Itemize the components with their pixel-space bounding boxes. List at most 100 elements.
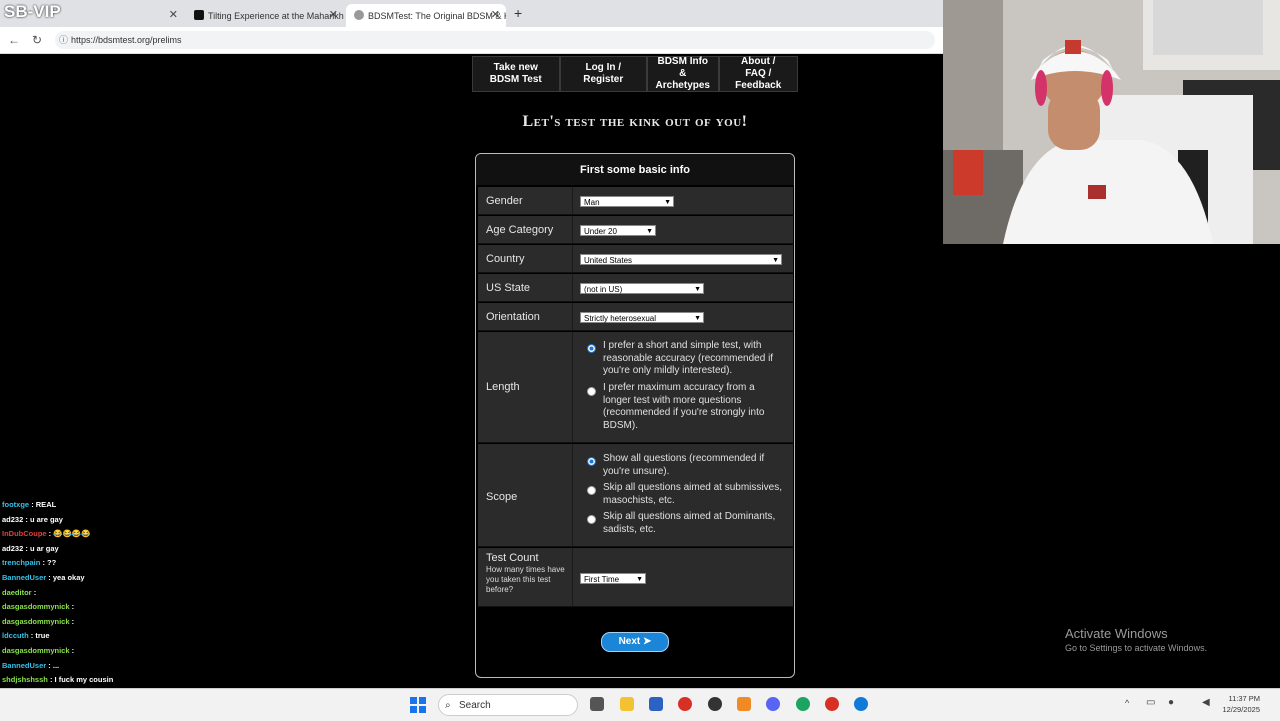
page-title: Let's test the kink out of you! <box>522 113 748 130</box>
tab-label: BDSMTest: The Original BDSM & K <box>368 10 506 21</box>
chat-text: : <box>71 646 75 655</box>
site-nav: Take new BDSM Test Log In / Register BDS… <box>472 56 798 92</box>
chat-username[interactable]: daeditor <box>2 588 32 597</box>
length-long-text: I prefer maximum accuracy from a longer … <box>603 382 765 431</box>
taskbar-clock[interactable]: 11:37 PM 12/29/2025 <box>1222 693 1260 715</box>
chat-message: BannedUser : yea okay <box>2 573 85 582</box>
new-tab-button[interactable]: + <box>514 5 522 21</box>
basic-info-form: First some basic info Gender Man ▼ Age Ca… <box>475 153 795 678</box>
nav-take-test[interactable]: Take new BDSM Test <box>472 56 560 92</box>
network-icon[interactable]: ▭ <box>1146 697 1155 708</box>
microphone-icon[interactable]: ● <box>1168 697 1174 708</box>
chat-username[interactable]: ad232 <box>2 515 23 524</box>
chevron-down-icon: ▼ <box>694 315 701 322</box>
length-short-text: I prefer a short and simple test, with r… <box>603 340 774 376</box>
chat-message: dasgasdommynick : <box>2 602 74 611</box>
chat-text: : REAL <box>31 500 57 509</box>
chat-username[interactable]: trenchpain <box>2 558 40 567</box>
windows-start-icon[interactable] <box>410 697 426 713</box>
chat-username[interactable]: ad232 <box>2 544 23 553</box>
streamer-webcam-image <box>943 0 1280 244</box>
chat-username[interactable]: dasgasdommynick <box>2 617 70 626</box>
chat-text: : <box>33 587 37 597</box>
age-select[interactable]: Under 20 ▼ <box>580 225 656 236</box>
tab-close-icon[interactable]: ✕ <box>169 8 178 21</box>
site-info-icon[interactable]: ⓘ <box>59 31 68 49</box>
nav-info[interactable]: BDSM Info & Archetypes <box>647 56 719 92</box>
watermark-title: Activate Windows <box>1065 626 1168 641</box>
gender-select[interactable]: Man ▼ <box>580 196 674 207</box>
tray-chevron-icon[interactable]: ^ <box>1125 698 1129 708</box>
chat-text: : 😂😂😂😂 <box>48 529 91 539</box>
tab-2[interactable]: Tilting Experience at the Mahankh ✕ <box>186 4 344 27</box>
scope-skip-subs-text: Skip all questions aimed at submissives,… <box>603 482 782 506</box>
next-button[interactable]: Next ➤ <box>601 632 669 652</box>
state-select[interactable]: (not in US) ▼ <box>580 283 704 294</box>
chat-message: footxge : REAL <box>2 500 56 509</box>
scope-row: Scope Show all questions (recommended if… <box>478 444 793 547</box>
scope-skip-subs-radio[interactable] <box>587 486 596 495</box>
tab-label: Tilting Experience at the Mahankh <box>208 10 344 21</box>
chat-message: BannedUser : ... <box>2 661 59 670</box>
taskbar-search[interactable]: ⌕ Search <box>438 694 578 716</box>
scope-skip-doms-radio[interactable] <box>587 515 596 524</box>
chrome-alt-icon[interactable] <box>796 697 810 711</box>
testcount-select[interactable]: First Time ▼ <box>580 573 646 584</box>
tab-1[interactable]: ✕ <box>6 4 184 27</box>
age-row: Age Category Under 20 ▼ <box>478 216 793 244</box>
scope-all-radio[interactable] <box>587 457 596 466</box>
browser-tab-bar: SB-VIP ✕ Tilting Experience at the Mahan… <box>0 0 943 27</box>
length-row: Length I prefer a short and simple test,… <box>478 332 793 443</box>
search-icon: ⌕ <box>445 700 451 711</box>
chrome-profile-icon[interactable] <box>825 697 839 711</box>
store-icon[interactable] <box>649 697 663 711</box>
task-view-icon[interactable] <box>590 697 604 711</box>
back-icon[interactable]: ← <box>8 33 20 47</box>
length-short-radio[interactable] <box>587 344 596 353</box>
chat-username[interactable]: footxge <box>2 500 29 509</box>
chat-message: ad232 : u are gay <box>2 515 63 524</box>
chevron-down-icon: ▼ <box>646 228 653 235</box>
orientation-select[interactable]: Strictly heterosexual ▼ <box>580 312 704 323</box>
chat-username[interactable]: dasgasdommynick <box>2 602 70 611</box>
chat-username[interactable]: InDubCoupe <box>2 529 47 538</box>
chat-message: shdjshshssh : I fuck my cousin <box>2 675 113 684</box>
chat-text: : true <box>30 631 50 641</box>
obs-icon[interactable] <box>708 697 722 711</box>
app-icon[interactable] <box>737 697 751 711</box>
nav-login[interactable]: Log In / Register <box>559 56 647 92</box>
chat-text: : u are gay <box>25 514 63 524</box>
orientation-label: Orientation <box>486 311 540 323</box>
edge-icon[interactable] <box>854 697 868 711</box>
chat-username[interactable]: shdjshshssh <box>2 675 48 684</box>
file-explorer-icon[interactable] <box>620 697 634 711</box>
globe-icon <box>354 10 364 20</box>
chrome-icon[interactable] <box>678 697 692 711</box>
chat-username[interactable]: BannedUser <box>2 661 46 670</box>
length-label: Length <box>486 381 520 393</box>
country-row: Country United States ▼ <box>478 245 793 273</box>
url-input[interactable]: ⓘ https://bdsmtest.org/prelims <box>55 31 935 49</box>
length-long-radio[interactable] <box>587 387 596 396</box>
chat-message: ldccuth : true <box>2 631 50 640</box>
discord-icon[interactable] <box>766 697 780 711</box>
chat-username[interactable]: BannedUser <box>2 573 46 582</box>
nav-about[interactable]: About / FAQ / Feedback <box>718 56 798 92</box>
reload-icon[interactable]: ↻ <box>32 33 42 47</box>
url-text: https://bdsmtest.org/prelims <box>71 35 182 45</box>
address-bar-area: ← ↻ ⓘ https://bdsmtest.org/prelims <box>0 27 943 54</box>
gender-row: Gender Man ▼ <box>478 187 793 215</box>
gender-label: Gender <box>486 195 523 207</box>
tab-close-icon[interactable]: ✕ <box>491 8 500 21</box>
tab-close-icon[interactable]: ✕ <box>329 8 338 21</box>
activate-windows-watermark: Activate Windows Go to Settings to activ… <box>1065 626 1207 653</box>
chat-username[interactable]: ldccuth <box>2 631 29 640</box>
country-select[interactable]: United States ▼ <box>580 254 782 265</box>
tab-3[interactable]: BDSMTest: The Original BDSM & K ✕ <box>346 4 506 27</box>
chat-username[interactable]: dasgasdommynick <box>2 646 70 655</box>
scope-skip-doms-text: Skip all questions aimed at Dominants, s… <box>603 511 776 535</box>
volume-icon[interactable]: ◀ <box>1202 697 1210 708</box>
webcam-overlay <box>943 0 1280 244</box>
chat-message: trenchpain : ?? <box>2 558 56 567</box>
chat-text: : <box>71 616 75 626</box>
